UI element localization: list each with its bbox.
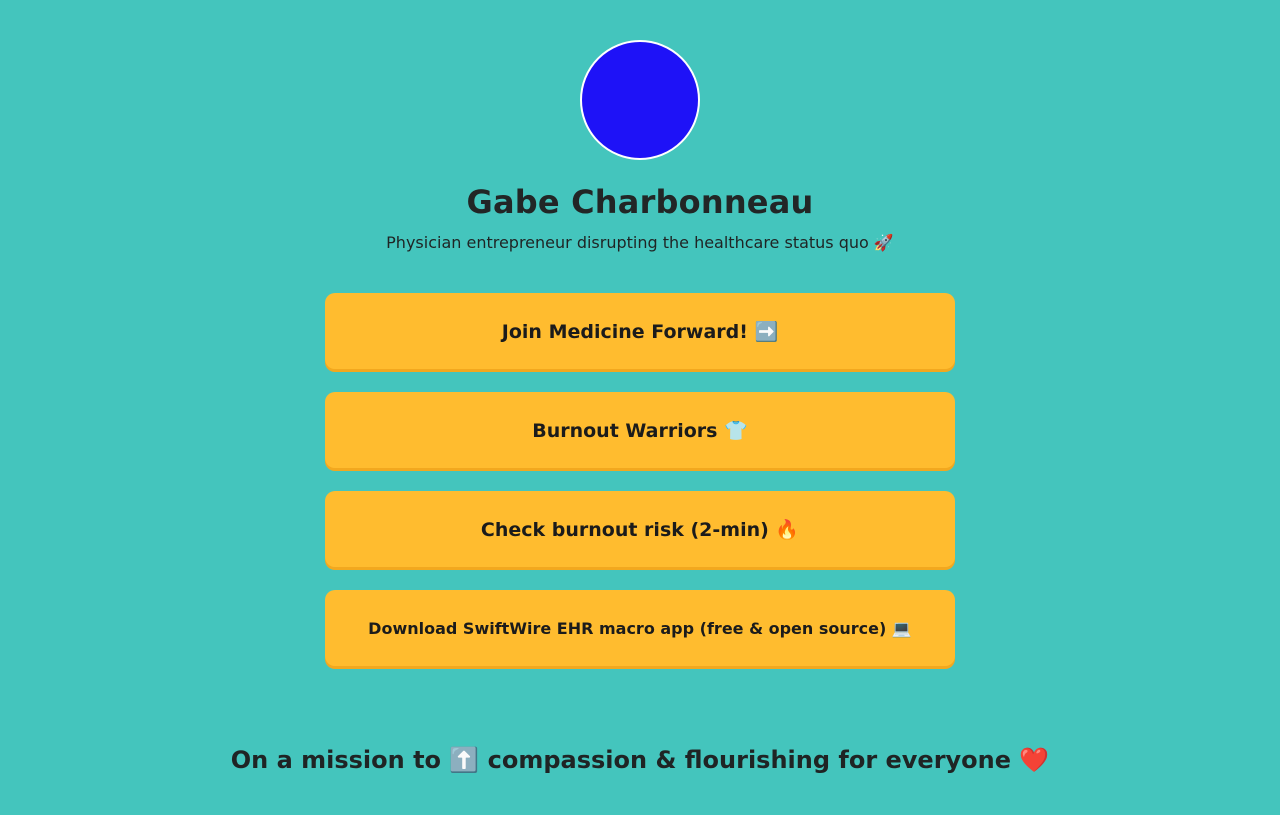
avatar[interactable] <box>580 40 700 160</box>
profile-page: Gabe Charbonneau Physician entrepreneur … <box>0 0 1280 815</box>
link-button-burnout-warriors[interactable]: Burnout Warriors 👕 <box>325 392 955 468</box>
link-label: Check burnout risk (2-min) 🔥 <box>480 518 800 541</box>
profile-bio: Physician entrepreneur disrupting the he… <box>386 233 894 252</box>
profile-name: Gabe Charbonneau <box>466 183 814 221</box>
link-button-check-burnout-risk[interactable]: Check burnout risk (2-min) 🔥 <box>325 491 955 567</box>
link-label: Burnout Warriors 👕 <box>532 419 748 442</box>
mission-statement: On a mission to ⬆️ compassion & flourish… <box>230 746 1050 774</box>
link-button-join-medicine-forward[interactable]: Join Medicine Forward! ➡️ <box>325 293 955 369</box>
link-label: Join Medicine Forward! ➡️ <box>501 320 779 343</box>
link-button-download-swiftwire[interactable]: Download SwiftWire EHR macro app (free &… <box>325 590 955 666</box>
link-list: Join Medicine Forward! ➡️ Burnout Warrio… <box>325 293 955 689</box>
link-label: Download SwiftWire EHR macro app (free &… <box>368 618 912 638</box>
